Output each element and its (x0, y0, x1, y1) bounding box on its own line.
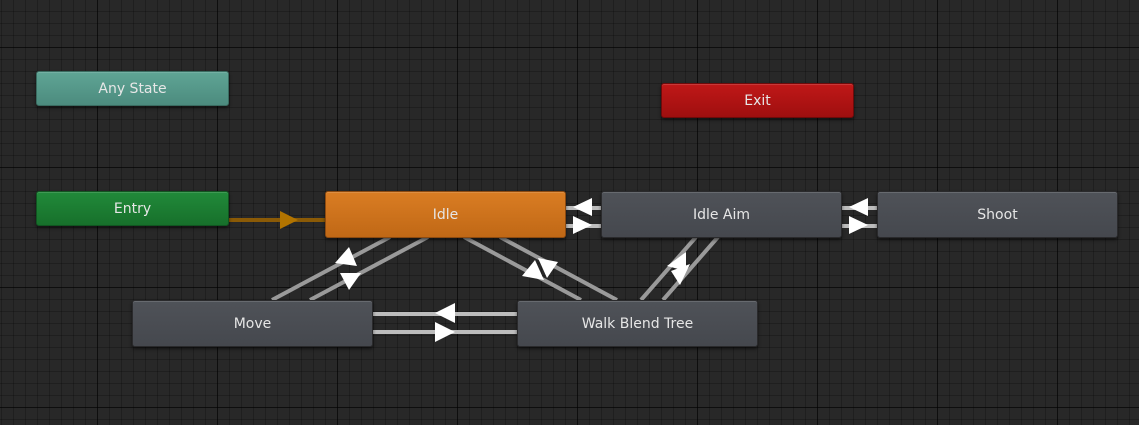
state-exit[interactable]: Exit (661, 83, 854, 118)
transition-shoot-to-idle-aim[interactable] (841, 198, 878, 216)
transition-idle-to-walk[interactable] (499, 235, 618, 302)
arrow-icon (573, 216, 592, 234)
arrow-icon (435, 322, 455, 342)
transition-idle-to-idle-aim[interactable] (566, 216, 601, 234)
state-move[interactable]: Move (132, 300, 373, 347)
transition-idle-aim-to-idle[interactable] (566, 198, 601, 216)
transition-idle-aim-to-walk[interactable] (661, 235, 720, 302)
arrow-icon (573, 198, 592, 216)
transition-walk-to-move[interactable] (373, 303, 518, 323)
transition-walk-to-idle[interactable] (463, 235, 582, 302)
arrow-icon (280, 211, 298, 229)
state-shoot[interactable]: Shoot (877, 191, 1118, 238)
transition-entry-to-idle[interactable] (228, 211, 326, 229)
transition-move-to-walk[interactable] (373, 322, 518, 342)
state-entry[interactable]: Entry (36, 191, 229, 226)
animator-graph-canvas[interactable]: Any State Exit Entry Idle Idle Aim Shoot… (0, 0, 1139, 425)
state-idle[interactable]: Idle (325, 191, 566, 238)
arrow-icon (849, 198, 868, 216)
transition-idle-aim-to-shoot[interactable] (841, 216, 878, 234)
state-idle-aim[interactable]: Idle Aim (601, 191, 842, 238)
arrow-icon (435, 303, 455, 323)
state-walk-blend-tree[interactable]: Walk Blend Tree (517, 300, 758, 347)
state-any-state[interactable]: Any State (36, 71, 229, 106)
arrow-icon (849, 216, 868, 234)
